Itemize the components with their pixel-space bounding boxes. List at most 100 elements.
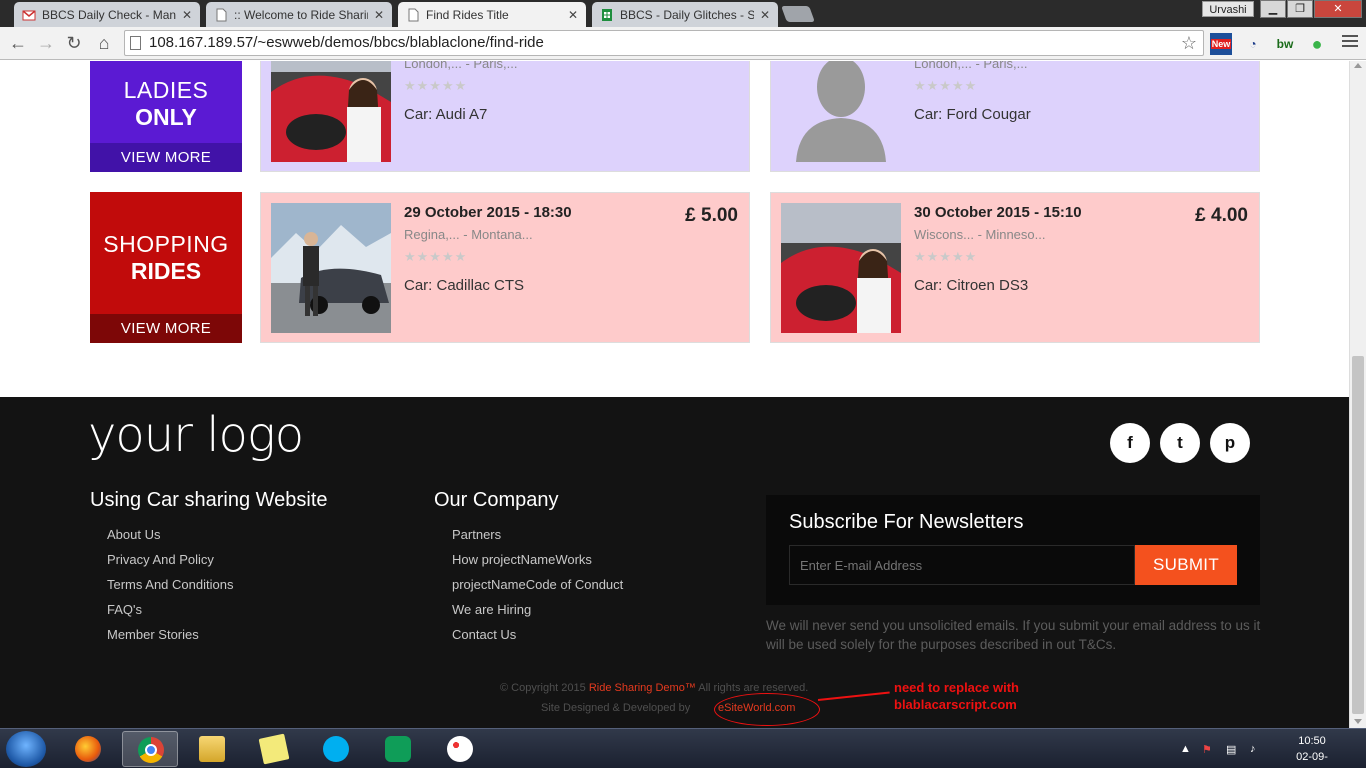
hangouts-icon[interactable] [370, 731, 426, 767]
newsletter-disclaimer: We will never send you unsolicited email… [766, 618, 1261, 652]
designed-by-label: Site Designed & Developed by [541, 702, 691, 714]
footer-link-contact[interactable]: Contact Us [452, 627, 623, 652]
tab-close-icon[interactable]: ✕ [374, 8, 384, 22]
pinterest-icon[interactable]: p [1210, 423, 1250, 463]
home-icon[interactable]: ⌂ [92, 32, 116, 54]
shopping-rides-category[interactable]: SHOPPING RIDES VIEW MORE [90, 192, 242, 343]
copyright-suffix: All rights are reserved. [695, 682, 809, 694]
windows-taskbar: ▲ ⚑ ▤ ♪ 10:50 02-09-2015 [0, 728, 1366, 768]
file-explorer-icon[interactable] [184, 731, 240, 767]
footer-col1-title: Using Car sharing Website [90, 489, 328, 511]
twitter-icon[interactable]: t [1160, 423, 1200, 463]
action-center-icon[interactable]: ⚑ [1202, 743, 1212, 756]
copyright-brand-link[interactable]: Ride Sharing Demo™ [589, 682, 696, 694]
tab-close-icon[interactable]: ✕ [568, 8, 578, 22]
newsletter-title: Subscribe For Newsletters [789, 511, 1024, 533]
sticky-notes-icon[interactable] [246, 731, 302, 767]
system-clock[interactable]: 10:50 02-09-2015 [1284, 733, 1340, 768]
footer-link-privacy[interactable]: Privacy And Policy [107, 552, 233, 577]
ride-card[interactable]: London,... - Paris,... ★★★★★ Car: Audi A… [260, 61, 750, 172]
tab-sheets[interactable]: BBCS - Daily Glitches - She ✕ [592, 2, 778, 27]
tab-welcome[interactable]: :: Welcome to Ride Sharin ✕ [206, 2, 392, 27]
extension-new-icon[interactable]: New [1210, 33, 1232, 55]
browser-tab-strip: BBCS Daily Check - Mana ✕ :: Welcome to … [0, 0, 1366, 27]
ride-route: Regina,... - Montana... [404, 227, 533, 242]
ride-date: 30 October 2015 - 15:10 [914, 204, 1082, 221]
ride-card[interactable]: London,... - Paris,... ★★★★★ Car: Ford C… [770, 61, 1260, 172]
skype-icon[interactable] [308, 731, 364, 767]
page-icon [408, 8, 419, 21]
chrome-menu-icon[interactable] [1342, 35, 1358, 51]
rating-stars: ★★★★★ [404, 78, 468, 93]
browser-toolbar: ← → ↻ ⌂ 108.167.189.57/~eswweb/demos/bbc… [0, 27, 1366, 60]
category-line1: SHOPPING [103, 231, 229, 257]
volume-icon[interactable]: ♪ [1250, 743, 1256, 755]
scroll-thumb[interactable] [1352, 356, 1364, 714]
tab-close-icon[interactable]: ✕ [182, 8, 192, 22]
driver-car-image [271, 61, 391, 162]
forward-icon[interactable]: → [34, 32, 58, 54]
extension-bw-icon[interactable]: bw [1274, 33, 1296, 55]
footer-link-faq[interactable]: FAQ's [107, 602, 233, 627]
address-bar[interactable]: 108.167.189.57/~eswweb/demos/bbcs/blabla… [124, 30, 1204, 56]
footer-link-hiring[interactable]: We are Hiring [452, 602, 623, 627]
submit-button[interactable]: SUBMIT [1135, 545, 1237, 585]
ride-card[interactable]: 30 October 2015 - 15:10 £ 4.00 Wiscons..… [770, 192, 1260, 343]
scroll-down-icon[interactable] [1354, 719, 1362, 724]
close-window-button[interactable]: ✕ [1314, 0, 1362, 18]
ride-route: London,... - Paris,... [914, 61, 1028, 71]
view-more-button[interactable]: VIEW MORE [90, 314, 242, 343]
email-field[interactable] [789, 545, 1135, 585]
tray-expand-icon[interactable]: ▲ [1180, 743, 1191, 755]
page-scrollbar[interactable] [1349, 61, 1366, 728]
back-icon[interactable]: ← [6, 32, 30, 54]
rating-stars: ★★★★★ [404, 249, 468, 264]
ride-date: 29 October 2015 - 18:30 [404, 204, 572, 221]
extension-evernote-icon[interactable]: ● [1306, 33, 1328, 55]
footer-link-about[interactable]: About Us [107, 527, 233, 552]
footer-link-how-it-works[interactable]: How projectNameWorks [452, 552, 623, 577]
ladies-only-category[interactable]: LADIES ONLY VIEW MORE [90, 61, 242, 172]
ride-price: £ 5.00 [685, 205, 738, 226]
facebook-icon[interactable]: f [1110, 423, 1150, 463]
tab-gmail[interactable]: BBCS Daily Check - Mana ✕ [14, 2, 200, 27]
start-button-icon[interactable] [6, 731, 46, 767]
footer-link-partners[interactable]: Partners [452, 527, 623, 552]
annotation-line2: blablacarscript.com [894, 697, 1017, 712]
site-footer: your logo f t p Using Car sharing Websit… [0, 397, 1349, 728]
reload-icon[interactable]: ↻ [62, 32, 86, 54]
firefox-icon[interactable] [60, 731, 116, 767]
annotation-oval [714, 693, 820, 726]
tab-label: BBCS - Daily Glitches - She [620, 7, 754, 22]
tab-label: BBCS Daily Check - Mana [42, 7, 176, 22]
driver-photo [271, 61, 391, 162]
view-more-button[interactable]: VIEW MORE [90, 143, 242, 172]
tab-label: Find Rides Title [426, 7, 509, 22]
scroll-up-icon[interactable] [1354, 63, 1362, 68]
ride-route: Wiscons... - Minneso... [914, 227, 1046, 242]
ride-route: London,... - Paris,... [404, 61, 518, 71]
tab-find-rides[interactable]: Find Rides Title ✕ [398, 2, 586, 27]
network-icon[interactable]: ▤ [1226, 743, 1236, 756]
footer-link-stories[interactable]: Member Stories [107, 627, 233, 652]
footer-link-terms[interactable]: Terms And Conditions [107, 577, 233, 602]
annotation-line [817, 691, 890, 701]
footer-link-code-of-conduct[interactable]: projectNameCode of Conduct [452, 577, 623, 602]
maximize-button[interactable]: ❐ [1287, 0, 1313, 18]
url-text: 108.167.189.57/~eswweb/demos/bbcs/blabla… [149, 34, 544, 51]
minimize-button[interactable]: ▁ [1260, 0, 1286, 18]
ride-card[interactable]: 29 October 2015 - 18:30 £ 5.00 Regina,..… [260, 192, 750, 343]
footer-logo[interactable]: your logo [88, 407, 304, 463]
category-line2: RIDES [130, 258, 202, 284]
tab-close-icon[interactable]: ✕ [760, 8, 770, 22]
page-icon [130, 36, 141, 50]
extension-gauge-icon[interactable]: ◔ [1242, 33, 1264, 55]
footer-col1-links: About Us Privacy And Policy Terms And Co… [107, 527, 233, 652]
bookmark-star-icon[interactable]: ☆ [1181, 31, 1197, 55]
new-tab-button[interactable] [781, 6, 815, 22]
page-viewport: LADIES ONLY VIEW MORE London,... - Paris… [0, 61, 1349, 728]
chrome-icon[interactable] [122, 731, 178, 767]
driver-photo [271, 203, 391, 333]
paint-icon[interactable] [432, 731, 488, 767]
profile-badge[interactable]: Urvashi [1202, 1, 1254, 17]
